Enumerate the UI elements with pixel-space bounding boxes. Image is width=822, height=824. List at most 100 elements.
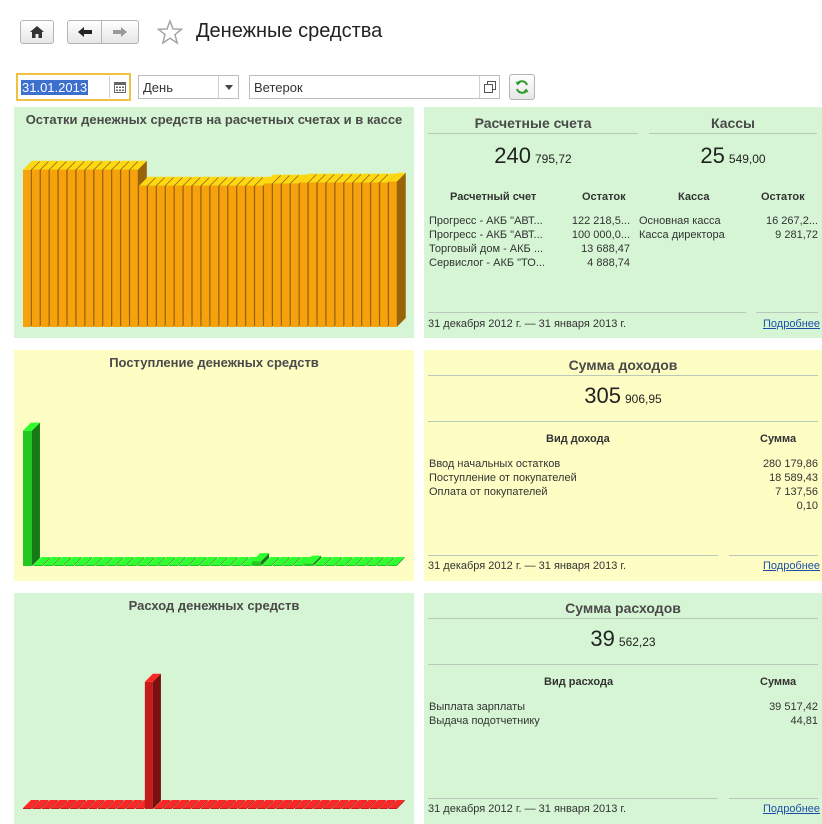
accounts-total-int: 240 bbox=[494, 143, 531, 168]
calendar-icon bbox=[113, 81, 126, 93]
footer-rule bbox=[729, 555, 818, 556]
expense-col-value: Сумма bbox=[760, 676, 797, 688]
cash-row-value: 9 281,72 bbox=[775, 229, 818, 241]
expense-summary-panel: Сумма расходов 39 562,23 Вид расхода Сумм… bbox=[424, 593, 822, 824]
income-total-frac: 906,95 bbox=[625, 392, 662, 406]
back-button[interactable] bbox=[67, 20, 102, 44]
refresh-icon bbox=[515, 80, 529, 94]
balance-chart-panel: Остатки денежных средств на расчетных сч… bbox=[14, 107, 414, 338]
footer-rule bbox=[729, 798, 818, 799]
income-row-value: 0,10 bbox=[796, 500, 818, 512]
accounts-row-name[interactable]: Торговый дом - АКБ ... bbox=[429, 243, 549, 255]
expense-period: 31 декабря 2012 г. — 31 января 2013 г. bbox=[428, 803, 627, 815]
expense-row-value: 44,81 bbox=[790, 715, 818, 727]
accounts-row-value: 4 888,74 bbox=[587, 257, 630, 269]
cash-total: 25 549,00 bbox=[649, 143, 817, 169]
income-bar bbox=[23, 422, 40, 566]
forward-button[interactable] bbox=[101, 20, 139, 44]
chevron-down-icon bbox=[224, 84, 233, 90]
accounts-heading-rule bbox=[428, 133, 638, 134]
income-row-value: 18 589,43 bbox=[769, 472, 818, 484]
arrow-right-icon bbox=[113, 27, 127, 37]
expense-col-name: Вид расхода bbox=[544, 676, 614, 688]
accounts-row-name[interactable]: Прогресс - АКБ "АВТ... bbox=[429, 229, 549, 241]
expense-row-name[interactable]: Выплата зарплаты bbox=[429, 701, 679, 713]
accounts-heading: Расчетные счета bbox=[474, 115, 592, 131]
date-field[interactable]: 31.01.2013 bbox=[16, 73, 131, 101]
income-more-link[interactable]: Подробнее bbox=[763, 560, 820, 572]
accounts-col-value: Остаток bbox=[582, 191, 626, 203]
expense-row-name[interactable]: Выдача подотчетнику bbox=[429, 715, 679, 727]
cash-row-value: 16 267,2... bbox=[766, 215, 818, 227]
expense-chart-panel: Расход денежных средств bbox=[14, 593, 414, 824]
income-row-value: 7 137,56 bbox=[775, 486, 818, 498]
income-chart-panel: Поступление денежных средств bbox=[14, 350, 414, 581]
income-col-value: Сумма bbox=[760, 433, 797, 445]
balance-more-link[interactable]: Подробнее bbox=[763, 318, 820, 330]
expense-chart-title: Расход денежных средств bbox=[128, 598, 300, 613]
expense-chart bbox=[23, 673, 405, 809]
expense-total: 39 562,23 bbox=[428, 626, 818, 652]
footer-rule bbox=[428, 798, 718, 799]
home-icon bbox=[30, 26, 44, 38]
income-row-name[interactable]: Поступление от покупателей bbox=[429, 472, 679, 484]
cash-col-value: Остаток bbox=[761, 191, 805, 203]
income-period: 31 декабря 2012 г. — 31 января 2013 г. bbox=[428, 560, 627, 572]
cash-heading: Кассы bbox=[710, 115, 756, 131]
expense-total-int: 39 bbox=[590, 626, 615, 651]
footer-rule bbox=[428, 555, 718, 556]
cash-row-name[interactable]: Основная касса bbox=[639, 215, 739, 227]
refresh-button[interactable] bbox=[509, 74, 535, 100]
balance-period: 31 декабря 2012 г. — 31 января 2013 г. bbox=[428, 318, 627, 330]
balance-bar bbox=[389, 172, 406, 327]
balance-chart-title: Остатки денежных средств на расчетных сч… bbox=[25, 112, 403, 127]
income-col-name: Вид дохода bbox=[546, 433, 610, 445]
balance-chart bbox=[23, 160, 406, 327]
income-heading-rule bbox=[428, 375, 818, 376]
organization-field[interactable]: Ветерок bbox=[249, 75, 500, 99]
accounts-row-value: 13 688,47 bbox=[581, 243, 630, 255]
period-dropdown-button[interactable] bbox=[218, 76, 238, 98]
expense-heading-rule bbox=[428, 618, 818, 619]
expense-total-rule bbox=[428, 664, 818, 665]
cash-col-name: Касса bbox=[678, 191, 710, 203]
cash-row-name[interactable]: Касса директора bbox=[639, 229, 739, 241]
income-row-value: 280 179,86 bbox=[762, 458, 818, 470]
open-organization-button[interactable] bbox=[479, 76, 499, 98]
footer-rule bbox=[428, 312, 746, 313]
income-chart bbox=[23, 422, 405, 566]
open-form-icon bbox=[483, 81, 496, 93]
footer-rule bbox=[756, 312, 818, 313]
accounts-row-name[interactable]: Сервислог - АКБ "ТО... bbox=[429, 257, 549, 269]
income-chart-title: Поступление денежных средств bbox=[109, 355, 319, 370]
income-summary-panel: Сумма доходов 305 906,95 Вид дохода Сумма… bbox=[424, 350, 822, 581]
accounts-total: 240 795,72 bbox=[428, 143, 638, 169]
star-icon[interactable] bbox=[157, 19, 183, 45]
income-total: 305 906,95 bbox=[428, 383, 818, 409]
cash-heading-rule bbox=[649, 133, 817, 134]
income-heading: Сумма доходов bbox=[568, 357, 678, 373]
date-value: 31.01.2013 bbox=[21, 79, 89, 95]
calendar-button[interactable] bbox=[109, 76, 129, 98]
expense-more-link[interactable]: Подробнее bbox=[763, 803, 820, 815]
period-value: День bbox=[143, 79, 173, 95]
accounts-col-name: Расчетный счет bbox=[450, 191, 537, 203]
balance-summary-panel: Расчетные счета 240 795,72 Расчетный счет… bbox=[424, 107, 822, 338]
income-total-rule bbox=[428, 421, 818, 422]
expense-total-frac: 562,23 bbox=[618, 635, 656, 649]
income-total-int: 305 bbox=[584, 383, 621, 408]
accounts-row-value: 100 000,0... bbox=[571, 229, 630, 241]
accounts-row-name[interactable]: Прогресс - АКБ "АВТ... bbox=[429, 215, 549, 227]
period-select[interactable]: День bbox=[138, 75, 239, 99]
cash-total-frac: 549,00 bbox=[728, 152, 766, 166]
organization-value: Ветерок bbox=[254, 79, 303, 95]
income-row-name[interactable]: Ввод начальных остатков bbox=[429, 458, 679, 470]
home-button[interactable] bbox=[20, 20, 54, 44]
cash-total-int: 25 bbox=[700, 143, 725, 168]
accounts-row-value: 122 218,5... bbox=[571, 215, 630, 227]
arrow-left-icon bbox=[77, 27, 92, 37]
page-title: Денежные средства bbox=[196, 20, 383, 42]
income-row-name[interactable]: Оплата от покупателей bbox=[429, 486, 679, 498]
expense-row-value: 39 517,42 bbox=[769, 701, 818, 713]
expense-bar bbox=[144, 673, 161, 809]
